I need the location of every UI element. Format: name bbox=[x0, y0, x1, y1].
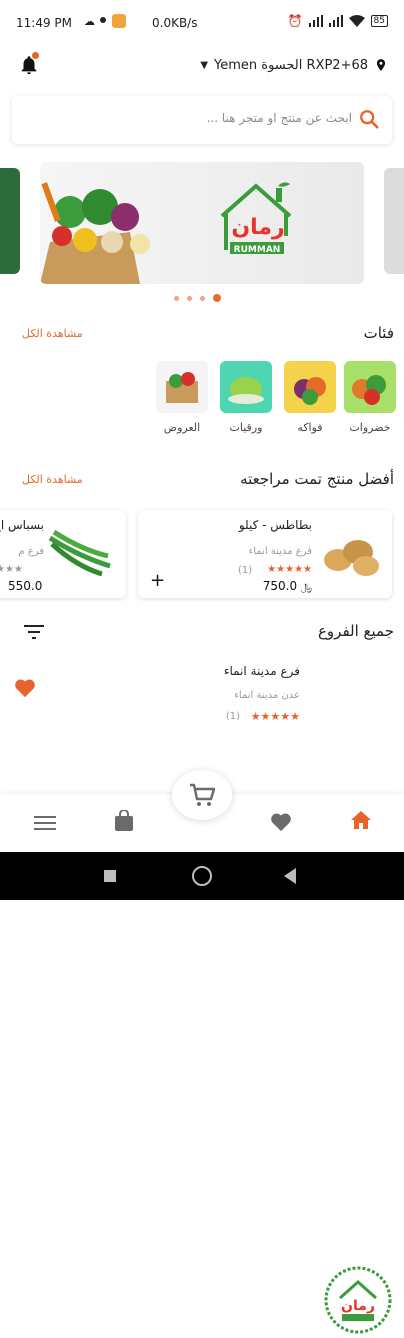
nav-orders-button[interactable] bbox=[114, 809, 134, 836]
category-leafy[interactable]: ورقيات bbox=[220, 361, 272, 434]
rating-stars: ★★★★★ bbox=[250, 710, 300, 723]
heart-icon bbox=[15, 679, 35, 698]
category-label: العروض bbox=[163, 421, 201, 434]
cart-button[interactable] bbox=[172, 770, 232, 820]
pagination-dot[interactable] bbox=[187, 295, 192, 301]
banner-slide-next[interactable] bbox=[384, 168, 404, 274]
rating-stars: ★★★ bbox=[0, 564, 23, 575]
location-text: Yemen الحسوة RXP2+68 bbox=[214, 57, 368, 73]
product-branch: فرع م bbox=[18, 546, 44, 557]
product-name: بسباس اخ bbox=[0, 518, 44, 532]
app-notification-icon bbox=[112, 14, 126, 28]
svg-text:RUMMAN: RUMMAN bbox=[234, 245, 281, 255]
product-price: 550.0 bbox=[8, 579, 43, 593]
location-selector[interactable]: ▼ Yemen الحسوة RXP2+68 bbox=[200, 56, 388, 74]
top-products-see-all-link[interactable]: مشاهدة الكل bbox=[22, 473, 83, 486]
notification-bell-button[interactable] bbox=[18, 52, 40, 76]
categories-see-all-link[interactable]: مشاهدة الكل bbox=[22, 327, 83, 340]
search-icon bbox=[360, 110, 379, 129]
category-vegetables[interactable]: خضروات bbox=[344, 361, 396, 434]
categories-title: فئات bbox=[363, 324, 394, 342]
category-fruits[interactable]: فواكه bbox=[284, 361, 336, 434]
alarm-icon: ⏰ bbox=[287, 14, 303, 28]
status-time: 11:49 PM bbox=[16, 16, 72, 30]
product-branch: فرع مدينة انماء bbox=[248, 546, 312, 557]
category-offers[interactable]: العروض bbox=[156, 361, 208, 434]
svg-text:رمان: رمان bbox=[341, 1298, 375, 1314]
potato-image bbox=[324, 540, 379, 576]
leafy-greens-icon bbox=[220, 361, 272, 413]
menu-icon bbox=[34, 816, 56, 830]
rating-count: (1) bbox=[225, 711, 240, 722]
cloud-icon: ☁ bbox=[84, 15, 95, 28]
system-navigation-bar bbox=[0, 852, 404, 900]
vegetables-basket-image bbox=[40, 182, 150, 284]
heart-outline-icon bbox=[271, 813, 291, 832]
branch-card[interactable]: رمان فرع مدينة انماء عدن مدينة انماء ★★★… bbox=[0, 650, 404, 1334]
back-button[interactable] bbox=[284, 868, 296, 884]
branches-title: جميع الفروع bbox=[317, 622, 394, 640]
banner-slide-current[interactable]: رمان RUMMAN bbox=[40, 162, 364, 284]
product-card[interactable]: بسباس اخ فرع م ★★★ 550.0 bbox=[0, 510, 126, 598]
banner-slide-previous[interactable] bbox=[0, 168, 20, 274]
notification-badge bbox=[32, 52, 39, 59]
product-card[interactable]: بطاطس - كيلو فرع مدينة انماء ★★★★★ (1) 7… bbox=[138, 510, 392, 598]
favorite-button[interactable] bbox=[14, 678, 36, 702]
battery-icon: 85 bbox=[370, 15, 388, 27]
network-speed: 0.0KB/s bbox=[152, 16, 198, 30]
pagination-dot-active[interactable] bbox=[213, 294, 221, 302]
search-bar[interactable]: ابحث عن منتج او متجر هنا ... bbox=[12, 96, 392, 144]
nav-home-button[interactable] bbox=[350, 810, 372, 834]
rumman-logo: رمان RUMMAN bbox=[216, 180, 296, 264]
home-system-button[interactable] bbox=[192, 866, 212, 886]
shopping-bag-icon bbox=[115, 809, 133, 831]
notification-dot-icon bbox=[100, 17, 106, 23]
top-bar: ▼ Yemen الحسوة RXP2+68 bbox=[0, 44, 404, 94]
green-pepper-image bbox=[48, 529, 111, 576]
fruits-icon bbox=[284, 361, 336, 413]
wifi-icon bbox=[348, 15, 365, 27]
banner-pagination bbox=[174, 294, 221, 302]
filter-button[interactable] bbox=[24, 624, 44, 644]
chevron-down-icon: ▼ bbox=[200, 59, 209, 71]
cart-icon bbox=[190, 783, 215, 806]
filter-icon bbox=[24, 625, 44, 639]
recents-button[interactable] bbox=[104, 870, 116, 882]
branch-logo: رمان bbox=[314, 1266, 394, 1334]
nav-favorites-button[interactable] bbox=[270, 812, 292, 836]
signal-2-icon bbox=[328, 15, 343, 27]
add-to-cart-button[interactable]: + bbox=[150, 570, 165, 591]
svg-text:رمان: رمان bbox=[231, 215, 284, 240]
location-pin-icon bbox=[376, 59, 386, 71]
signal-icon bbox=[308, 15, 323, 27]
top-products-title: أفضل منتج تمت مراجعته bbox=[240, 470, 394, 488]
vegetables-icon bbox=[344, 361, 396, 413]
branch-address: عدن مدينة انماء bbox=[234, 690, 300, 701]
category-label: ورقيات bbox=[229, 421, 263, 434]
product-price: 750.0 ﷼ bbox=[262, 579, 312, 593]
rating-stars: ★★★★★ bbox=[267, 564, 312, 575]
status-bar: 11:49 PM ☁ 0.0KB/s ⏰ 85 bbox=[0, 0, 404, 44]
search-placeholder: ابحث عن منتج او متجر هنا ... bbox=[206, 111, 352, 125]
home-icon bbox=[351, 811, 371, 829]
product-name: بطاطس - كيلو bbox=[238, 518, 312, 532]
pagination-dot[interactable] bbox=[174, 295, 179, 301]
category-label: خضروات bbox=[349, 421, 391, 434]
offers-icon bbox=[156, 361, 208, 413]
category-label: فواكه bbox=[297, 421, 323, 434]
nav-menu-button[interactable] bbox=[34, 814, 56, 836]
status-icons: ⏰ 85 bbox=[288, 14, 388, 28]
pagination-dot[interactable] bbox=[200, 295, 205, 301]
branch-name: فرع مدينة انماء bbox=[223, 664, 300, 678]
app-screen: ▼ Yemen الحسوة RXP2+68 ابحث عن منتج او م… bbox=[0, 44, 404, 1334]
rating-count: (1) bbox=[238, 565, 253, 576]
